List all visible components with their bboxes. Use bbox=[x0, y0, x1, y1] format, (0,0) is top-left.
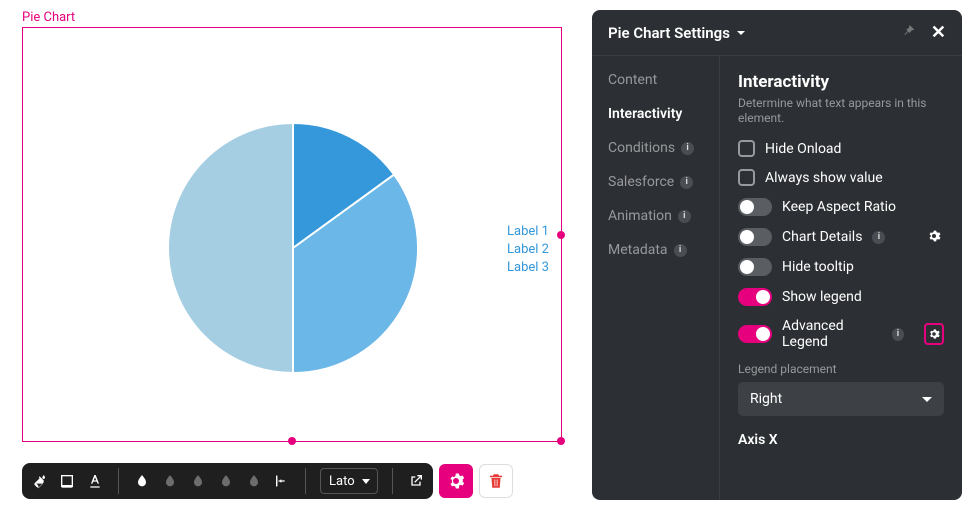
info-icon: i bbox=[674, 244, 687, 257]
info-icon: i bbox=[872, 231, 885, 244]
section-heading: Interactivity bbox=[738, 72, 944, 92]
keep-aspect-toggle[interactable] bbox=[738, 198, 772, 216]
settings-panel: Pie Chart Settings ✕ Content Interactivi… bbox=[592, 10, 962, 500]
chevron-down-icon bbox=[922, 397, 932, 402]
panel-title[interactable]: Pie Chart Settings bbox=[608, 24, 746, 42]
row-label: Chart Details bbox=[782, 229, 862, 245]
text-color-icon[interactable] bbox=[86, 472, 104, 490]
settings-nav: Content Interactivity Conditions i Sales… bbox=[592, 56, 720, 500]
swatch-3-icon[interactable] bbox=[189, 472, 207, 490]
chevron-down-icon bbox=[736, 28, 746, 38]
pie-chart[interactable] bbox=[163, 118, 423, 382]
canvas-frame[interactable]: Label 1Label 2Label 3 bbox=[22, 27, 562, 442]
toolbar-separator bbox=[305, 468, 306, 494]
select-value: Right bbox=[750, 391, 782, 407]
checkbox[interactable] bbox=[738, 169, 755, 186]
chart-details-toggle[interactable] bbox=[738, 228, 772, 246]
format-toolbar: Lato bbox=[22, 463, 562, 499]
nav-metadata[interactable]: Metadata i bbox=[608, 242, 719, 258]
hide-tooltip-toggle[interactable] bbox=[738, 258, 772, 276]
row-label: Always show value bbox=[765, 170, 883, 186]
hide-onload-row[interactable]: Hide Onload bbox=[738, 140, 944, 157]
row-label: Advanced Legend bbox=[782, 318, 882, 350]
delete-button[interactable] bbox=[479, 464, 513, 498]
advanced-legend-gear-button[interactable] bbox=[924, 323, 944, 345]
info-icon: i bbox=[678, 210, 691, 223]
section-subtext: Determine what text appears in this elem… bbox=[738, 96, 944, 126]
advanced-legend-toggle[interactable] bbox=[738, 325, 772, 343]
toolbar-separator bbox=[392, 468, 393, 494]
axis-x-heading: Axis X bbox=[738, 432, 944, 448]
info-icon: i bbox=[680, 176, 693, 189]
resize-handle-se[interactable] bbox=[557, 437, 565, 445]
settings-button[interactable] bbox=[439, 464, 473, 498]
legend-placement-select[interactable]: Right bbox=[738, 382, 944, 416]
chart-details-gear-icon[interactable] bbox=[926, 228, 944, 246]
resize-handle-e[interactable] bbox=[557, 231, 565, 239]
panel-title-label: Pie Chart Settings bbox=[608, 24, 730, 42]
nav-interactivity[interactable]: Interactivity bbox=[608, 106, 719, 122]
always-show-value-row[interactable]: Always show value bbox=[738, 169, 944, 186]
border-color-icon[interactable] bbox=[58, 472, 76, 490]
format-toolbar-dark: Lato bbox=[22, 463, 433, 499]
row-label: Keep Aspect Ratio bbox=[782, 199, 896, 215]
info-icon: i bbox=[681, 142, 694, 155]
swatch-1-icon[interactable] bbox=[133, 472, 151, 490]
spacing-icon[interactable] bbox=[273, 472, 291, 490]
row-label: Show legend bbox=[782, 289, 862, 305]
info-icon: i bbox=[892, 328, 904, 341]
legend-placement-label: Legend placement bbox=[738, 362, 944, 376]
swatch-4-icon[interactable] bbox=[217, 472, 235, 490]
resize-handle-s[interactable] bbox=[288, 437, 296, 445]
nav-content[interactable]: Content bbox=[608, 72, 719, 88]
chart-legend: Label 1Label 2Label 3 bbox=[507, 223, 549, 277]
external-link-icon[interactable] bbox=[407, 472, 425, 490]
show-legend-toggle[interactable] bbox=[738, 288, 772, 306]
row-label: Hide tooltip bbox=[782, 259, 854, 275]
toolbar-separator bbox=[118, 468, 119, 494]
nav-salesforce[interactable]: Salesforce i bbox=[608, 174, 719, 190]
nav-animation[interactable]: Animation i bbox=[608, 208, 719, 224]
checkbox[interactable] bbox=[738, 140, 755, 157]
swatch-5-icon[interactable] bbox=[245, 472, 263, 490]
nav-conditions[interactable]: Conditions i bbox=[608, 140, 719, 156]
close-icon[interactable]: ✕ bbox=[931, 22, 946, 43]
selection-label: Pie Chart bbox=[22, 10, 562, 25]
row-label: Hide Onload bbox=[765, 141, 841, 157]
swatch-2-icon[interactable] bbox=[161, 472, 179, 490]
fill-color-icon[interactable] bbox=[30, 472, 48, 490]
font-select[interactable]: Lato bbox=[320, 468, 378, 494]
pin-icon[interactable] bbox=[901, 23, 917, 43]
